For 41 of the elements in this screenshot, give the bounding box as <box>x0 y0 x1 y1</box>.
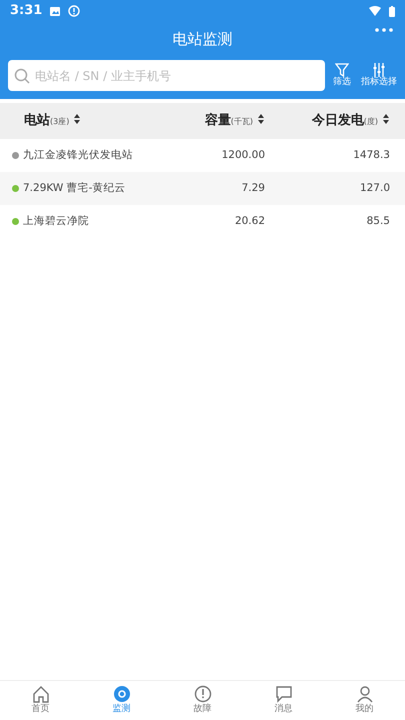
screen-title: 电站监测 <box>172 28 232 50</box>
person-icon <box>356 684 374 703</box>
search-icon <box>14 68 30 84</box>
unit-label: (千瓦) <box>230 117 253 126</box>
image-notification-icon <box>50 6 60 16</box>
alert-notification-icon <box>68 5 80 17</box>
table-cell-text: 7.29 <box>240 180 265 196</box>
unit-label: (3座) <box>50 117 70 126</box>
metrics-button[interactable]: 指标选择 <box>359 63 399 88</box>
battery-icon <box>389 6 395 16</box>
status-time: 3:31 <box>10 2 42 20</box>
tab-bar-item[interactable]: 监测 <box>81 684 162 716</box>
column-header[interactable]: 今日发电 <box>312 113 364 128</box>
unit-label: (度) <box>364 117 378 126</box>
column-header[interactable]: 容量 <box>204 113 231 128</box>
filter-button[interactable]: 筛选 <box>331 63 353 88</box>
table-cell-text: 85.5 <box>366 214 391 229</box>
monitor-icon <box>112 684 130 703</box>
tab-bar-item[interactable]: 首页 <box>0 684 81 716</box>
tab-bar-item[interactable]: 我的 <box>324 684 405 716</box>
sort-icon[interactable] <box>257 114 265 124</box>
sliders-icon <box>372 63 386 78</box>
search-field[interactable]: 电站名 / SN / 业主手机号 <box>8 60 325 91</box>
filter-icon <box>335 63 349 78</box>
station-name: 7.29KW 曹宅-黄纪云 <box>23 180 126 196</box>
wifi-icon <box>369 6 381 16</box>
table-cell-text: 20.62 <box>234 214 265 229</box>
alert-icon <box>194 684 212 703</box>
table-cell-text: 1200.00 <box>220 148 265 163</box>
table-cell-text: 1478.3 <box>352 148 391 163</box>
tab-bar-item[interactable]: 故障 <box>162 684 243 716</box>
more-icon[interactable] <box>375 28 393 32</box>
column-header[interactable]: 电站 <box>24 113 50 128</box>
chat-icon <box>274 684 292 703</box>
tab-bar-item[interactable]: 消息 <box>243 684 324 716</box>
sort-icon[interactable] <box>73 114 82 124</box>
sort-icon[interactable] <box>382 114 390 124</box>
home-icon <box>32 684 50 703</box>
station-name: 九江金凌锋光伏发电站 <box>23 148 133 163</box>
station-name: 上海碧云净院 <box>23 214 89 229</box>
table-cell-text: 127.0 <box>358 180 391 196</box>
